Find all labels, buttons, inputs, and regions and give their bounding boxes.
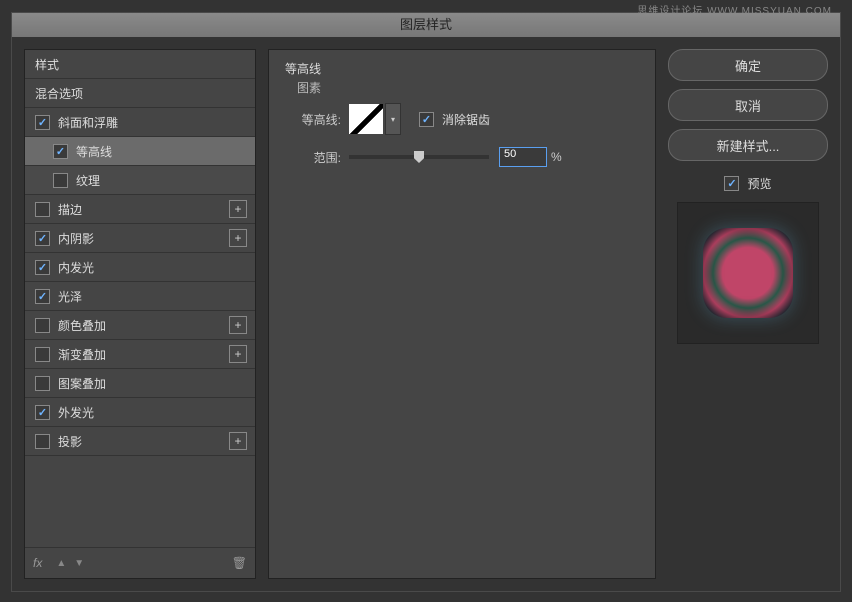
sidebar-label-13: 投影 [58, 433, 82, 450]
range-label: 范围: [285, 149, 341, 166]
panel-title: 等高线 [285, 60, 639, 77]
cancel-button[interactable]: 取消 [668, 89, 828, 121]
settings-panel: 等高线 图素 等高线: ▾ 消除锯齿 范围: 50 % [268, 49, 656, 579]
add-icon[interactable]: + [229, 432, 247, 450]
sidebar-item-12[interactable]: 外发光 [25, 398, 255, 427]
sidebar-label-6: 内阴影 [58, 230, 94, 247]
sidebar-label-5: 描边 [58, 201, 82, 218]
sidebar-checkbox-2[interactable] [35, 115, 50, 130]
sidebar-label-0: 样式 [35, 56, 59, 73]
sidebar-item-1[interactable]: 混合选项 [25, 79, 255, 108]
sidebar-checkbox-10[interactable] [35, 347, 50, 362]
sidebar-item-4[interactable]: 纹理 [25, 166, 255, 195]
sidebar-label-2: 斜面和浮雕 [58, 114, 118, 131]
trash-icon[interactable]: 🗑 [232, 556, 247, 570]
sidebar-checkbox-4[interactable] [53, 173, 68, 188]
sidebar-item-13[interactable]: 投影 + [25, 427, 255, 456]
arrow-down-icon[interactable]: ▼ [74, 558, 84, 569]
preview-checkbox[interactable] [724, 176, 739, 191]
panel-subtitle: 图素 [297, 79, 639, 96]
add-icon[interactable]: + [229, 200, 247, 218]
sidebar-checkbox-8[interactable] [35, 289, 50, 304]
sidebar-footer: fx ▲ ▼ 🗑 [25, 547, 255, 578]
antialias-checkbox[interactable] [419, 112, 434, 127]
sidebar-item-7[interactable]: 内发光 [25, 253, 255, 282]
sidebar-checkbox-13[interactable] [35, 434, 50, 449]
contour-label: 等高线: [285, 111, 341, 128]
sidebar-checkbox-12[interactable] [35, 405, 50, 420]
right-panel: 确定 取消 新建样式... 预览 [668, 49, 828, 579]
add-icon[interactable]: + [229, 345, 247, 363]
sidebar-item-9[interactable]: 颜色叠加 + [25, 311, 255, 340]
layer-style-dialog: 图层样式 样式混合选项斜面和浮雕等高线纹理描边+内阴影+内发光光泽颜色叠加+渐变… [11, 12, 841, 592]
range-slider[interactable] [349, 155, 489, 159]
sidebar-item-5[interactable]: 描边 + [25, 195, 255, 224]
sidebar-label-10: 渐变叠加 [58, 346, 106, 363]
sidebar-item-11[interactable]: 图案叠加 [25, 369, 255, 398]
sidebar-item-10[interactable]: 渐变叠加 + [25, 340, 255, 369]
sidebar-item-8[interactable]: 光泽 [25, 282, 255, 311]
sidebar-item-0[interactable]: 样式 [25, 50, 255, 79]
arrow-up-icon[interactable]: ▲ [56, 558, 66, 569]
sidebar-item-3[interactable]: 等高线 [25, 137, 255, 166]
sidebar-checkbox-5[interactable] [35, 202, 50, 217]
sidebar-item-2[interactable]: 斜面和浮雕 [25, 108, 255, 137]
sidebar-label-8: 光泽 [58, 288, 82, 305]
fx-label[interactable]: fx [33, 556, 42, 570]
contour-thumbnail[interactable] [349, 104, 383, 134]
sidebar-item-6[interactable]: 内阴影 + [25, 224, 255, 253]
ok-button[interactable]: 确定 [668, 49, 828, 81]
sidebar-checkbox-3[interactable] [53, 144, 68, 159]
sidebar-label-1: 混合选项 [35, 85, 83, 102]
preview-icon [703, 228, 793, 318]
sidebar-checkbox-7[interactable] [35, 260, 50, 275]
sidebar-checkbox-6[interactable] [35, 231, 50, 246]
add-icon[interactable]: + [229, 316, 247, 334]
sidebar-label-7: 内发光 [58, 259, 94, 276]
contour-dropdown-icon[interactable]: ▾ [385, 103, 401, 135]
sidebar-label-9: 颜色叠加 [58, 317, 106, 334]
sidebar-label-4: 纹理 [76, 172, 100, 189]
sidebar-label-11: 图案叠加 [58, 375, 106, 392]
effects-sidebar: 样式混合选项斜面和浮雕等高线纹理描边 + 内阴影 + 内发光光泽颜色叠加 + 渐变叠加 + 图案… [24, 49, 256, 579]
sidebar-label-12: 外发光 [58, 404, 94, 421]
add-icon[interactable]: + [229, 229, 247, 247]
antialias-label: 消除锯齿 [442, 111, 490, 128]
range-unit: % [551, 150, 562, 164]
preview-image [677, 202, 819, 344]
range-input[interactable]: 50 [499, 147, 547, 167]
sidebar-checkbox-9[interactable] [35, 318, 50, 333]
sidebar-checkbox-11[interactable] [35, 376, 50, 391]
sidebar-label-3: 等高线 [76, 143, 112, 160]
preview-label: 预览 [747, 175, 771, 192]
new-style-button[interactable]: 新建样式... [668, 129, 828, 161]
